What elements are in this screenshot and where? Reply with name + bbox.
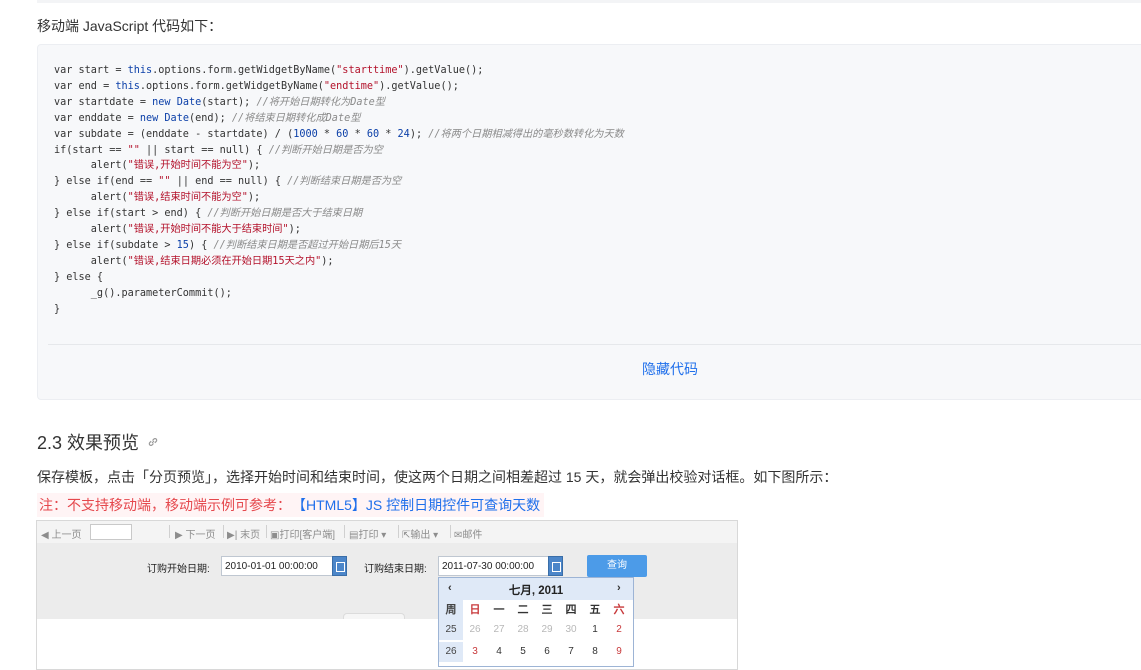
toolbar-divider — [450, 525, 451, 538]
page-number-input[interactable] — [90, 524, 132, 540]
dow-label: 四 — [565, 604, 577, 616]
toolbar-divider — [398, 525, 399, 538]
start-date-label: 订购开始日期: — [147, 564, 210, 575]
code-line: alert("错误,结束日期必须在开始日期15天之内"); — [54, 255, 334, 267]
calendar-day[interactable]: 27 — [487, 620, 511, 640]
dow-label: 三 — [541, 604, 553, 616]
calendar-month-title: 七月, 2011 — [508, 585, 564, 597]
week-number: 25 — [439, 620, 463, 640]
week-number: 26 — [439, 642, 463, 662]
calendar-day[interactable]: 6 — [535, 642, 559, 662]
intro-text: 移动端 JavaScript 代码如下： — [37, 18, 223, 34]
code-line: } else if(end == "" || end == null) { //… — [54, 176, 402, 188]
date-picker-popup: ‹ 七月, 2011 › 周 日 一 二 三 四 五 六 25 26 27 28… — [438, 577, 634, 667]
calendar-day[interactable]: 3 — [463, 642, 487, 662]
calendar-day[interactable]: 7 — [559, 642, 583, 662]
calendar-day[interactable]: 2 — [607, 620, 631, 640]
print-client-button[interactable]: ▣打印[客户端] — [270, 526, 335, 541]
start-date-input[interactable]: 2010-01-01 00:00:00 — [221, 556, 345, 576]
code-line: } — [54, 303, 61, 315]
dow-label: 六 — [613, 604, 625, 616]
calendar-day[interactable]: 26 — [463, 620, 487, 640]
dow-label: 五 — [589, 604, 601, 616]
note-box: 注：不支持移动端，移动端示例可参考： 【HTML5】JS 控制日期控件可查询天数 — [37, 493, 545, 517]
print-label: 打印 ▾ — [358, 530, 387, 541]
code-line: alert("错误,结束时间不能为空"); — [54, 192, 261, 204]
next-month-button[interactable]: › — [617, 582, 621, 594]
code-line: } else { — [54, 271, 104, 283]
calendar-icon[interactable] — [332, 556, 347, 576]
code-line: alert("错误,开始时间不能为空"); — [54, 160, 261, 172]
top-divider — [37, 0, 1141, 3]
note-link[interactable]: 【HTML5】JS 控制日期控件可查询天数 — [299, 497, 540, 513]
section-title: 2.3 效果预览 — [37, 433, 140, 453]
print-client-label: 打印[客户端] — [279, 530, 336, 541]
code-line: var subdate = (enddate - startdate) / (1… — [54, 128, 624, 140]
code-content: var start = this.options.form.getWidgetB… — [54, 63, 624, 318]
export-button[interactable]: ⇱输出 ▾ — [402, 526, 438, 541]
toolbar-divider — [169, 525, 170, 538]
code-line: alert("错误,开始时间不能大于结束时间"); — [54, 224, 301, 236]
calendar-day[interactable]: 29 — [535, 620, 559, 640]
dow-label: 二 — [517, 604, 529, 616]
code-line: var startdate = new Date(start); //将开始日期… — [54, 96, 385, 108]
query-button[interactable]: 查询 — [587, 555, 647, 577]
report-toolbar: ◀ 上一页 ▶ 下一页 ▶| 末页 ▣打印[客户端] ▤打印 ▾ ⇱输出 ▾ ✉… — [37, 521, 737, 544]
prev-page-button[interactable]: ◀ 上一页 — [41, 526, 81, 541]
hide-code-link[interactable]: 隐藏代码 — [642, 359, 698, 379]
calendar-day[interactable]: 28 — [511, 620, 535, 640]
dow-label: 一 — [493, 604, 505, 616]
toolbar-divider — [344, 525, 345, 538]
code-line: var enddate = new Date(end); //将结束日期转化成D… — [54, 112, 361, 124]
calendar-week-row: 25 26 27 28 29 30 1 2 — [439, 620, 633, 640]
calendar-icon[interactable] — [548, 556, 563, 576]
end-date-label: 订购结束日期: — [364, 564, 427, 575]
dow-label: 日 — [469, 604, 481, 616]
toolbar-divider — [266, 525, 267, 538]
code-line: _g().parameterCommit(); — [54, 287, 232, 299]
calendar-day[interactable]: 1 — [583, 620, 607, 640]
calendar-day[interactable]: 9 — [607, 642, 631, 662]
code-line: } else if(start > end) { //判断开始日期是否大于结束日… — [54, 208, 363, 220]
note-label: 注：不支持移动端，移动端示例可参考： — [39, 497, 291, 513]
print-button[interactable]: ▤打印 ▾ — [349, 526, 386, 541]
export-label: 输出 ▾ — [410, 530, 439, 541]
code-block: var start = this.options.form.getWidgetB… — [37, 44, 1141, 400]
section-heading: 2.3 效果预览 — [37, 429, 159, 455]
end-date-input[interactable]: 2011-07-30 00:00:00 — [438, 556, 562, 576]
code-line: var end = this.options.form.getWidgetByN… — [54, 80, 459, 92]
mail-label: 邮件 — [462, 530, 483, 541]
code-line: } else if(subdate > 15) { //判断结束日期是否超过开始… — [54, 239, 402, 251]
description-text: 保存模板，点击「分页预览」，选择开始时间和结束时间，使这两个日期之间相差超过 1… — [37, 469, 838, 485]
code-divider — [48, 344, 1141, 345]
calendar-day[interactable]: 5 — [511, 642, 535, 662]
calendar-day[interactable]: 8 — [583, 642, 607, 662]
week-column-header: 周 — [439, 600, 463, 620]
toolbar-divider — [223, 525, 224, 538]
calendar-day[interactable]: 4 — [487, 642, 511, 662]
anchor-link-icon[interactable] — [147, 436, 159, 448]
mail-button[interactable]: ✉邮件 — [454, 526, 482, 541]
calendar-week-row: 26 3 4 5 6 7 8 9 — [439, 642, 633, 662]
last-page-button[interactable]: ▶| 末页 — [227, 526, 260, 541]
next-page-button[interactable]: ▶ 下一页 — [175, 526, 215, 541]
code-line: var start = this.options.form.getWidgetB… — [54, 65, 484, 76]
calendar-day[interactable]: 30 — [559, 620, 583, 640]
calendar-header: ‹ 七月, 2011 › — [439, 578, 633, 600]
code-line: if(start == "" || start == null) { //判断开… — [54, 144, 383, 156]
day-of-week-row: 周 日 一 二 三 四 五 六 — [439, 600, 633, 620]
